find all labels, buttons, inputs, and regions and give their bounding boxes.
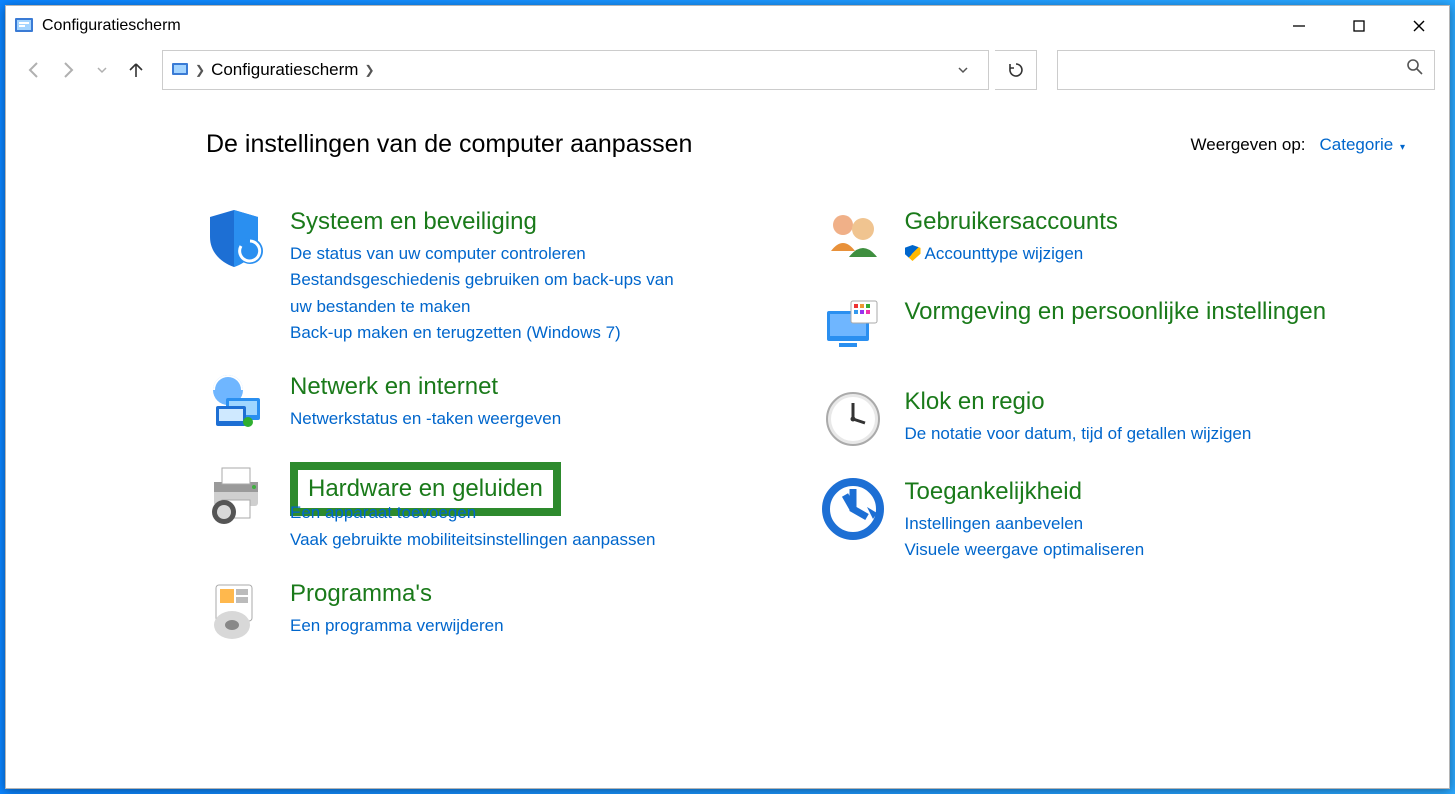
- network-icon: [206, 372, 270, 436]
- category-hardware-sound: Hardware en geluiden Apparaten en printe…: [206, 462, 791, 553]
- category-title[interactable]: Klok en regio: [905, 387, 1406, 417]
- category-link[interactable]: Bestandsgeschiedenis gebruiken om back-u…: [290, 267, 700, 320]
- category-link[interactable]: Instellingen aanbevelen: [905, 511, 1315, 537]
- category-clock-region: Klok en regio De notatie voor datum, tij…: [821, 387, 1406, 451]
- address-history-dropdown[interactable]: [946, 64, 980, 76]
- control-panel-app-icon: [14, 16, 34, 36]
- minimize-button[interactable]: [1269, 6, 1329, 46]
- search-box[interactable]: [1057, 50, 1435, 90]
- address-segment[interactable]: Configuratiescherm: [211, 60, 358, 80]
- maximize-button[interactable]: [1329, 6, 1389, 46]
- programs-icon: [206, 579, 270, 643]
- content-area: De instellingen van de computer aanpasse…: [6, 94, 1449, 788]
- category-link[interactable]: De notatie voor datum, tijd of getallen …: [905, 421, 1315, 447]
- category-title[interactable]: Programma's: [290, 579, 791, 609]
- category-title[interactable]: Systeem en beveiliging: [290, 207, 791, 237]
- category-title[interactable]: Netwerk en internet: [290, 372, 791, 402]
- search-input[interactable]: [1068, 61, 1406, 79]
- caret-down-icon: ▾: [1400, 142, 1405, 153]
- category-network: Netwerk en internet Netwerkstatus en -ta…: [206, 372, 791, 436]
- view-by-label: Weergeven op:: [1191, 135, 1306, 155]
- category-link[interactable]: Netwerkstatus en -taken weergeven: [290, 406, 700, 432]
- back-button[interactable]: [20, 56, 48, 84]
- category-link[interactable]: Visuele weergave optimaliseren: [905, 537, 1315, 563]
- category-accessibility: Toegankelijkheid Instellingen aanbevelen…: [821, 477, 1406, 564]
- navbar: ❯ Configuratiescherm ❯: [6, 46, 1449, 94]
- users-icon: [821, 207, 885, 271]
- view-by-value[interactable]: Categorie: [1320, 135, 1394, 154]
- chevron-right-icon[interactable]: ❯: [364, 63, 374, 77]
- titlebar: Configuratiescherm: [6, 6, 1449, 46]
- category-link[interactable]: Accounttype wijzigen: [905, 241, 1315, 267]
- category-link[interactable]: Een programma verwijderen: [290, 613, 700, 639]
- category-title[interactable]: Hardware en geluiden: [308, 475, 543, 502]
- view-by-selector[interactable]: Weergeven op: Categorie ▾: [1191, 135, 1405, 155]
- search-icon[interactable]: [1406, 58, 1424, 81]
- category-title[interactable]: Vormgeving en persoonlijke instellingen: [905, 297, 1406, 327]
- category-appearance: Vormgeving en persoonlijke instellingen: [821, 297, 1406, 361]
- category-title[interactable]: Toegankelijkheid: [905, 477, 1406, 507]
- page-title: De instellingen van de computer aanpasse…: [206, 130, 692, 159]
- shield-icon: [206, 207, 270, 271]
- appearance-icon: [821, 297, 885, 361]
- refresh-button[interactable]: [995, 50, 1037, 90]
- category-user-accounts: Gebruikersaccounts Accounttype wijzigen: [821, 207, 1406, 271]
- up-button[interactable]: [122, 56, 150, 84]
- clock-icon: [821, 387, 885, 451]
- recent-locations-dropdown[interactable]: [88, 56, 116, 84]
- control-panel-window: Configuratiescherm: [5, 5, 1450, 789]
- category-title[interactable]: Gebruikersaccounts: [905, 207, 1406, 237]
- address-bar[interactable]: ❯ Configuratiescherm ❯: [162, 50, 989, 90]
- chevron-right-icon[interactable]: ❯: [195, 63, 205, 77]
- accessibility-icon: [821, 477, 885, 541]
- forward-button[interactable]: [54, 56, 82, 84]
- category-link[interactable]: Vaak gebruikte mobiliteitsinstellingen a…: [290, 527, 700, 553]
- category-link[interactable]: Back-up maken en terugzetten (Windows 7): [290, 320, 700, 346]
- control-panel-addr-icon: [171, 61, 189, 79]
- close-button[interactable]: [1389, 6, 1449, 46]
- category-link[interactable]: De status van uw computer controleren: [290, 241, 700, 267]
- printer-icon: [206, 462, 270, 526]
- category-system-security: Systeem en beveiliging De status van uw …: [206, 207, 791, 346]
- window-title: Configuratiescherm: [42, 17, 181, 35]
- category-programs: Programma's Een programma verwijderen: [206, 579, 791, 643]
